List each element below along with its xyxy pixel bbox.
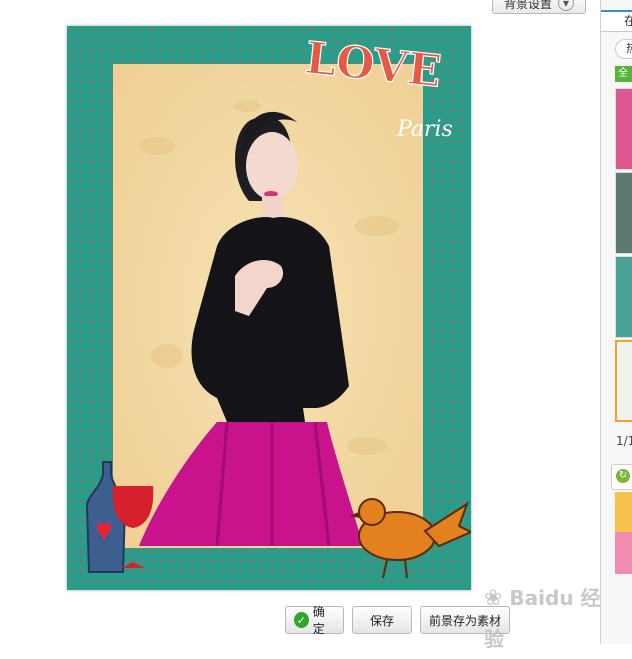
material-thumbnail[interactable] <box>615 256 632 338</box>
action-bar: ✓ 确定 保存 前景存为素材 <box>285 605 510 636</box>
chevron-down-icon: ▼ <box>558 0 574 11</box>
panel-filter-label: 全 <box>618 68 628 79</box>
panel-search-field[interactable]: 热 <box>615 39 632 59</box>
photo-canvas[interactable]: LOVE Paris <box>67 26 471 590</box>
watermark-text: Baidu 经验 <box>484 586 601 651</box>
save-button[interactable]: 保存 <box>352 606 412 634</box>
material-thumbnail[interactable] <box>615 172 632 254</box>
material-thumbnail-selected[interactable] <box>615 340 632 422</box>
confirm-label: 确定 <box>312 605 325 636</box>
svg-text:Paris: Paris <box>396 117 453 142</box>
panel-tab[interactable]: 在 <box>601 10 632 32</box>
panel-search-label: 热 <box>626 42 632 55</box>
check-icon: ✓ <box>294 612 309 628</box>
confirm-button[interactable]: ✓ 确定 <box>285 605 344 636</box>
material-panel: 在 热 全 1/1 ↻ <box>600 0 632 644</box>
paw-icon: ❀ <box>484 586 503 611</box>
save-label: 保存 <box>369 613 394 628</box>
panel-filter-tag[interactable]: 全 <box>615 66 632 82</box>
material-thumbnail[interactable] <box>615 88 632 170</box>
material-thumbnail[interactable] <box>615 532 632 574</box>
baidu-watermark: ❀ Baidu 经验 <box>484 578 602 651</box>
background-settings-label: 背景设置 <box>503 0 552 11</box>
page-indicator: 1/1 <box>616 434 632 448</box>
refresh-icon: ↻ <box>616 469 630 483</box>
material-thumbnail[interactable] <box>615 492 632 532</box>
refresh-button[interactable]: ↻ <box>611 464 632 490</box>
panel-tab-label: 在 <box>624 14 632 28</box>
background-settings-button[interactable]: 背景设置 ▼ <box>492 0 586 14</box>
